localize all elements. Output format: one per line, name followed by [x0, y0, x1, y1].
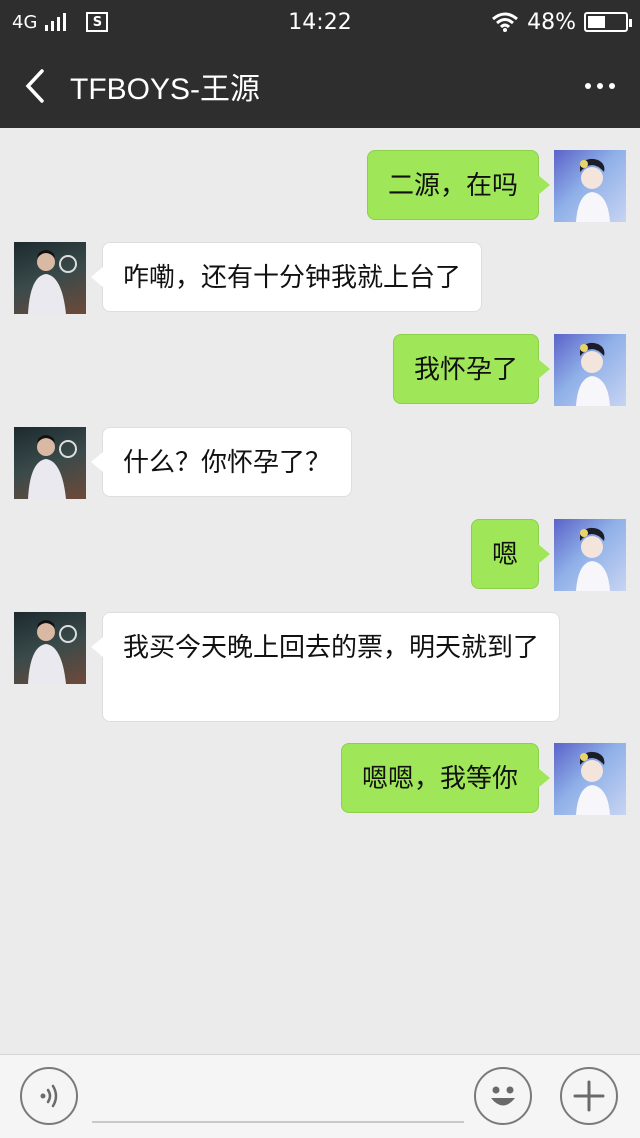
battery-icon [584, 12, 632, 32]
friend-message-bubble[interactable]: 我买今天晚上回去的票，明天就到了 [91, 612, 560, 722]
friend-message-bubble[interactable]: 咋嘞，还有十分钟我就上台了 [90, 242, 483, 312]
chat-title: TFBOYS-王源 [70, 73, 261, 106]
back-button[interactable] [0, 44, 70, 128]
chevron-left-icon [25, 69, 44, 103]
my-message-bubble[interactable]: 二源，在吗 [366, 150, 551, 220]
avatar-photo-icon [576, 342, 610, 406]
my-avatar[interactable] [554, 519, 626, 591]
friend-message-bubble[interactable]: 什么？你怀孕了？ [90, 427, 353, 497]
voice-button[interactable] [20, 1067, 78, 1125]
avatar-photo-icon [576, 158, 610, 222]
wifi-icon [492, 12, 519, 32]
input-bar [0, 1054, 640, 1138]
friend-avatar[interactable] [14, 612, 86, 684]
my-message-bubble[interactable]: 嗯 [470, 519, 551, 589]
network-type: 4G [12, 11, 38, 33]
emoji-button[interactable] [474, 1067, 532, 1125]
voice-icon [40, 1084, 58, 1108]
more-dot [609, 83, 615, 89]
status-left: 4G S [12, 11, 109, 33]
friend-avatar[interactable] [14, 242, 86, 314]
message-input[interactable] [92, 1075, 464, 1123]
battery-percent: 48% [527, 9, 576, 35]
signal-icon [45, 13, 67, 31]
avatar-photo-icon [28, 250, 77, 314]
more-dot [585, 83, 591, 89]
battery-fill [588, 16, 606, 28]
avatar-photo-icon [576, 527, 610, 591]
my-avatar[interactable] [554, 334, 626, 406]
chat-header: TFBOYS-王源 [0, 44, 640, 128]
status-bar: 4G S 14:22 48% [0, 0, 640, 44]
friend-avatar[interactable] [14, 427, 86, 499]
status-right: 48% [491, 9, 632, 35]
sim-card-icon: S [86, 12, 109, 32]
avatar-photo-icon [28, 435, 77, 499]
message-list[interactable]: 二源，在吗 咋嘞，还有十分钟我就上台了 我怀孕了 什么？你怀孕了？ 嗯 我买今天… [0, 128, 640, 1054]
plus-icon [573, 1080, 605, 1112]
my-message-bubble[interactable]: 我怀孕了 [392, 334, 551, 404]
emoji-icon [491, 1086, 515, 1106]
my-message-bubble[interactable]: 嗯嗯，我等你 [340, 743, 551, 813]
more-dot [597, 83, 603, 89]
my-avatar[interactable] [554, 150, 626, 222]
more-button[interactable] [560, 44, 640, 128]
plus-button[interactable] [560, 1067, 618, 1125]
avatar-photo-icon [28, 620, 77, 684]
avatar-photo-icon [576, 751, 610, 815]
my-avatar[interactable] [554, 743, 626, 815]
